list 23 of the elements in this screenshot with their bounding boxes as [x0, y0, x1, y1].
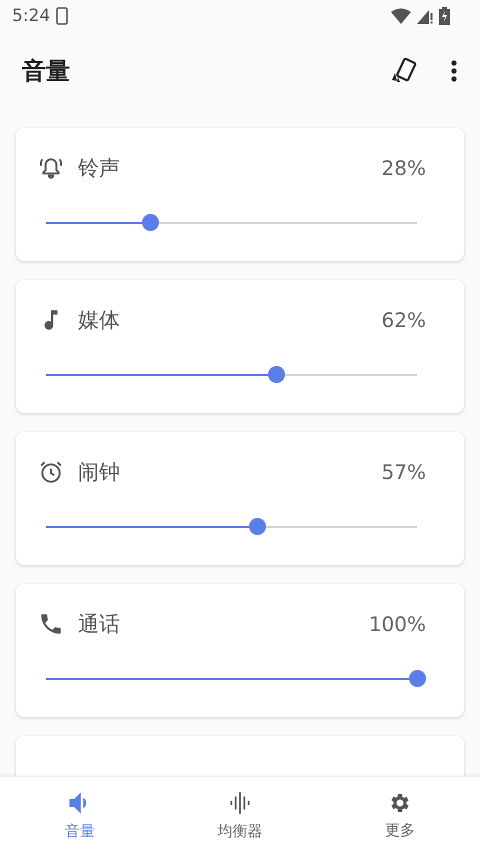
nav-tab[interactable]: 均衡器	[160, 777, 320, 853]
slider-thumb[interactable]	[268, 366, 286, 383]
channel-name: 通话	[78, 611, 121, 638]
nav-tab[interactable]: 音量	[0, 777, 160, 853]
more-options-icon	[450, 59, 458, 83]
slider-thumb[interactable]	[249, 518, 266, 535]
channel-name: 媒体	[78, 307, 121, 334]
channel-name: 闹钟	[78, 459, 121, 486]
channel-name: 铃声	[78, 155, 121, 182]
slider-thumb[interactable]	[142, 214, 159, 231]
volume-reading: 57%	[382, 460, 426, 484]
volume-reading: 28%	[382, 156, 426, 180]
alarm-clock-icon	[38, 459, 64, 485]
battery-icon	[439, 7, 450, 25]
slider-thumb[interactable]	[409, 670, 426, 687]
volume-reading: 62%	[382, 308, 426, 332]
volume-reading: 100%	[368, 612, 426, 636]
wifi-icon	[391, 8, 411, 24]
nav-tab[interactable]: 更多	[320, 777, 480, 853]
signal-icon	[417, 8, 433, 24]
page-title: 音量	[22, 56, 71, 87]
status-time: 5:24	[12, 6, 50, 26]
phone-outline-icon	[56, 7, 68, 25]
